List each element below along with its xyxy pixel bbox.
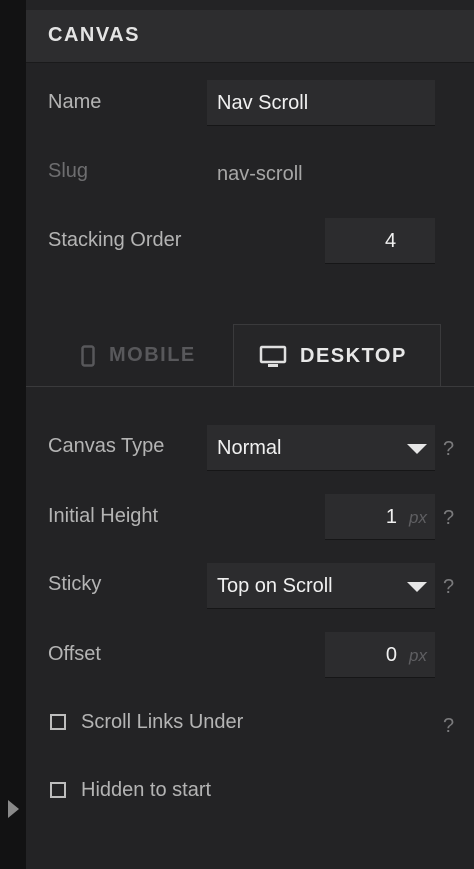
hidden-to-start-label[interactable]: Hidden to start xyxy=(81,779,211,802)
canvas-type-label: Canvas Type xyxy=(48,435,165,457)
canvas-settings-panel: CANVAS Name Nav Scroll Slug nav-scroll S… xyxy=(26,0,474,869)
tab-desktop[interactable]: DESKTOP xyxy=(233,324,441,387)
tabs-divider xyxy=(26,386,474,387)
slug-value: nav-scroll xyxy=(217,163,303,185)
name-input[interactable]: Nav Scroll xyxy=(207,80,435,126)
stacking-order-input[interactable]: 4 xyxy=(325,218,435,264)
stacking-order-label: Stacking Order xyxy=(48,229,182,251)
canvas-type-value: Normal xyxy=(217,437,282,459)
offset-unit: px xyxy=(409,646,427,665)
name-input-value: Nav Scroll xyxy=(217,92,309,114)
scroll-links-under-label[interactable]: Scroll Links Under xyxy=(81,711,243,734)
phone-icon xyxy=(81,345,95,367)
tab-desktop-label: DESKTOP xyxy=(300,345,407,367)
chevron-down-icon xyxy=(407,444,427,454)
stacking-order-value: 4 xyxy=(385,230,397,252)
offset-value: 0 xyxy=(385,644,397,666)
canvas-type-help-icon[interactable]: ? xyxy=(443,438,454,461)
sticky-select[interactable]: Top on Scroll xyxy=(207,563,435,609)
tab-mobile-label: MOBILE xyxy=(109,344,196,366)
canvas-type-select[interactable]: Normal xyxy=(207,425,435,471)
initial-height-label: Initial Height xyxy=(48,505,159,527)
initial-height-input[interactable]: 1 px xyxy=(325,494,435,540)
left-edge-strip xyxy=(0,0,26,869)
name-label: Name xyxy=(48,91,102,113)
expand-arrow-icon[interactable] xyxy=(8,800,19,818)
scroll-links-under-help-icon[interactable]: ? xyxy=(443,715,454,738)
sticky-value: Top on Scroll xyxy=(217,575,333,597)
offset-input[interactable]: 0 px xyxy=(325,632,435,678)
sticky-help-icon[interactable]: ? xyxy=(443,576,454,599)
sticky-label: Sticky xyxy=(48,573,102,595)
scroll-links-under-checkbox[interactable] xyxy=(50,714,66,730)
tab-mobile[interactable]: MOBILE xyxy=(26,324,232,386)
initial-height-value: 1 xyxy=(385,506,397,528)
slug-label: Slug xyxy=(48,160,89,182)
initial-height-unit: px xyxy=(409,508,427,527)
initial-height-help-icon[interactable]: ? xyxy=(443,507,454,530)
monitor-icon xyxy=(259,345,287,367)
offset-label: Offset xyxy=(48,643,101,665)
chevron-down-icon xyxy=(407,582,427,592)
panel-title: CANVAS xyxy=(48,24,140,46)
panel-header: CANVAS xyxy=(26,10,474,63)
hidden-to-start-checkbox[interactable] xyxy=(50,782,66,798)
